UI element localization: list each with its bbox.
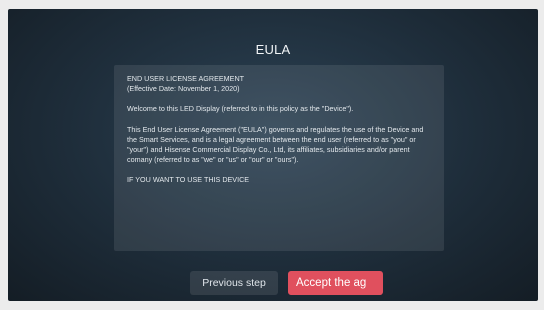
screen-frame: EULA END USER LICENSE AGREEMENT (Effecti… [0, 0, 544, 310]
eula-agreement-paragraph: This End User License Agreement ("EULA")… [127, 124, 424, 165]
eula-screen: EULA END USER LICENSE AGREEMENT (Effecti… [8, 9, 538, 301]
previous-step-button[interactable]: Previous step [190, 271, 278, 295]
accept-button[interactable]: Accept the ag [288, 271, 383, 295]
eula-use-paragraph: IF YOU WANT TO USE THIS DEVICE [127, 175, 250, 185]
eula-heading-paragraph: END USER LICENSE AGREEMENT (Effective Da… [127, 74, 245, 94]
eula-welcome-paragraph: Welcome to this LED Display (referred to… [127, 104, 354, 114]
page-title: EULA [255, 42, 291, 57]
eula-text-panel[interactable]: END USER LICENSE AGREEMENT (Effective Da… [114, 65, 444, 251]
eula-text: END USER LICENSE AGREEMENT (Effective Da… [127, 74, 434, 186]
